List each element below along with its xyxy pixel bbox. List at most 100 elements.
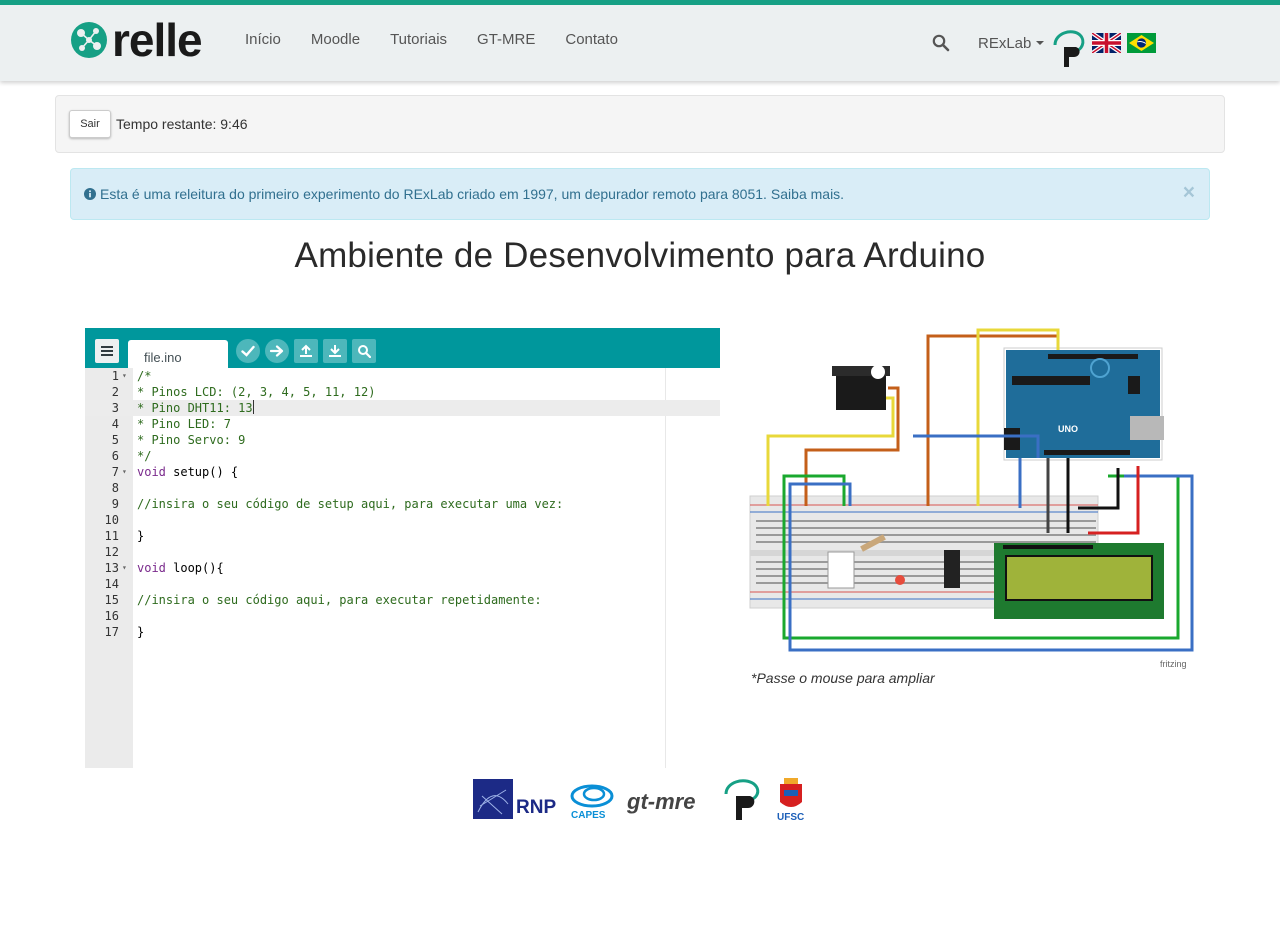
serial-monitor-button[interactable] <box>352 339 376 363</box>
line-number: 7 <box>111 465 119 479</box>
info-alert: Esta é uma releitura do primeiro experim… <box>70 168 1210 220</box>
fold-toggle-icon[interactable]: ▾ <box>122 464 127 480</box>
rexlab-dropdown-label: RExLab <box>978 34 1032 52</box>
brand-logo[interactable]: relle <box>70 14 203 66</box>
code-line[interactable]: 1 ▾ /* <box>85 368 720 384</box>
line-number: 14 <box>104 577 119 591</box>
code-plain: } <box>137 625 145 639</box>
code-text: * Pino Servo: 9 <box>137 432 245 448</box>
code-line[interactable]: 14 <box>85 576 720 592</box>
menu-icon <box>101 346 113 356</box>
code-rest: setup() { <box>165 465 239 479</box>
line-number: 11 <box>104 529 119 543</box>
session-timer-bar: Sair Tempo restante: 9:46 <box>55 95 1225 153</box>
code-text: */ <box>137 448 151 464</box>
verify-button[interactable] <box>236 339 260 363</box>
nav-right-group: RExLab <box>932 27 1157 69</box>
remaining-time: Tempo restante: 9:46 <box>116 116 248 132</box>
menu-button[interactable] <box>95 339 119 363</box>
relle-molecule-icon <box>71 22 107 58</box>
code-line[interactable]: 6 */ <box>85 448 720 464</box>
nav-link-gt-mre[interactable]: GT-MRE <box>477 31 535 49</box>
upload-arrow-icon <box>270 345 284 357</box>
caret-down-icon <box>1036 41 1045 45</box>
main-nav: Início Moodle Tutoriais GT-MRE Contato <box>245 31 648 49</box>
line-number: 4 <box>111 417 119 431</box>
code-editor-panel: file.ino 1 ▾ /* 2 * Pinos LCD: (2, 3, 4,… <box>85 328 720 768</box>
code-line[interactable]: 9 //insira o seu código de setup aqui, pa… <box>85 496 720 512</box>
code-comment: * Pinos LCD: (2, 3, 4, 5, 11, 12) <box>137 385 376 399</box>
brand-name: relle <box>112 14 203 66</box>
text-cursor <box>252 400 254 414</box>
editor-body[interactable]: 1 ▾/* 2 * Pinos LCD: (2, 3, 4, 5, 11, 12) 3 *… <box>85 368 720 768</box>
code-comment: //insira o seu código aqui, para executa… <box>137 593 542 607</box>
fritzing-watermark: fritzing <box>1160 659 1187 669</box>
code-line[interactable]: 7 ▾ void setup() { <box>85 464 720 480</box>
page-title: Ambiente de Desenvolvimento para Arduino <box>294 236 986 275</box>
code-comment: * Pino LED: 7 <box>137 417 231 431</box>
code-text: } <box>137 528 144 544</box>
code-line[interactable]: 4 * Pino LED: 7 <box>85 416 720 432</box>
line-number: 1 <box>111 369 119 383</box>
rnp-logo-text: RNP <box>516 797 556 818</box>
code-line[interactable]: 12 <box>85 544 720 560</box>
learn-more-link[interactable]: Saiba mais. <box>771 186 844 202</box>
code-comment: //insira o seu código de setup aqui, par… <box>137 497 564 511</box>
fold-toggle-icon[interactable]: ▾ <box>122 368 127 384</box>
line-number: 12 <box>104 545 119 559</box>
line-number: 10 <box>104 513 119 527</box>
rexlab-logo-icon[interactable] <box>1052 29 1086 69</box>
code-text: /* <box>137 368 151 384</box>
board-label: UNO <box>1058 424 1078 434</box>
code-line[interactable]: 15 //insira o seu código aqui, para execu… <box>85 592 720 608</box>
code-comment: * Pino Servo: 9 <box>137 433 246 447</box>
verify-icon <box>241 345 255 357</box>
code-text: * Pino LED: 7 <box>137 416 231 432</box>
line-number: 16 <box>104 609 119 623</box>
capes-logo-text: CAPES <box>571 810 606 821</box>
line-number: 8 <box>111 481 119 495</box>
close-icon[interactable]: × <box>1183 182 1195 203</box>
nav-link-contato[interactable]: Contato <box>565 31 618 49</box>
code-line[interactable]: 8 <box>85 480 720 496</box>
file-tab[interactable]: file.ino <box>128 340 228 368</box>
code-line[interactable]: 3 * Pino DHT11: 13 <box>85 400 720 416</box>
code-line[interactable]: 2 * Pinos LCD: (2, 3, 4, 5, 11, 12) <box>85 384 720 400</box>
gt-mre-logo-text: gt-mre <box>626 789 695 814</box>
top-navbar: relle Início Moodle Tutoriais GT-MRE Con… <box>0 0 1280 81</box>
uk-flag-icon[interactable] <box>1092 33 1122 53</box>
code-line[interactable]: 10 <box>85 512 720 528</box>
code-line[interactable]: 16 <box>85 608 720 624</box>
line-number: 3 <box>111 401 119 415</box>
fold-toggle-icon[interactable]: ▾ <box>122 560 127 576</box>
line-number: 2 <box>111 385 119 399</box>
download-button[interactable] <box>323 339 347 363</box>
code-line[interactable]: 13 ▾ void loop(){ <box>85 560 720 576</box>
upload-button[interactable] <box>294 339 318 363</box>
code-rest: loop(){ <box>165 561 224 575</box>
exit-button[interactable]: Sair <box>69 110 111 138</box>
code-keyword: void <box>137 465 166 479</box>
code-text: //insira o seu código de setup aqui, par… <box>137 496 563 512</box>
rexlab-dropdown[interactable]: RExLab <box>978 34 1045 52</box>
code-text: * Pinos LCD: (2, 3, 4, 5, 11, 12) <box>137 384 375 400</box>
code-line[interactable]: 5 * Pino Servo: 9 <box>85 432 720 448</box>
partner-logos: RNP CAPES gt-mre UFSC <box>473 778 804 823</box>
brazil-flag-icon[interactable] <box>1127 33 1157 53</box>
code-text: } <box>137 624 144 640</box>
line-number: 5 <box>111 433 119 447</box>
circuit-diagram-image[interactable]: UNO fritzing <box>748 328 1198 673</box>
code-text: //insira o seu código aqui, para executa… <box>137 592 542 608</box>
code-comment: * Pino DHT11: 13 <box>137 401 253 415</box>
line-number: 17 <box>104 625 119 639</box>
code-line[interactable]: 11} <box>85 528 720 544</box>
alert-message: Esta é uma releitura do primeiro experim… <box>100 186 767 202</box>
nav-link-inicio[interactable]: Início <box>245 31 281 49</box>
code-line[interactable]: 17} <box>85 624 720 640</box>
search-icon[interactable] <box>932 34 950 52</box>
ufsc-logo-text: UFSC <box>777 812 804 823</box>
upload-arrow-button[interactable] <box>265 339 289 363</box>
nav-link-tutoriais[interactable]: Tutoriais <box>390 31 447 49</box>
nav-link-moodle[interactable]: Moodle <box>311 31 360 49</box>
line-number: 9 <box>111 497 119 511</box>
